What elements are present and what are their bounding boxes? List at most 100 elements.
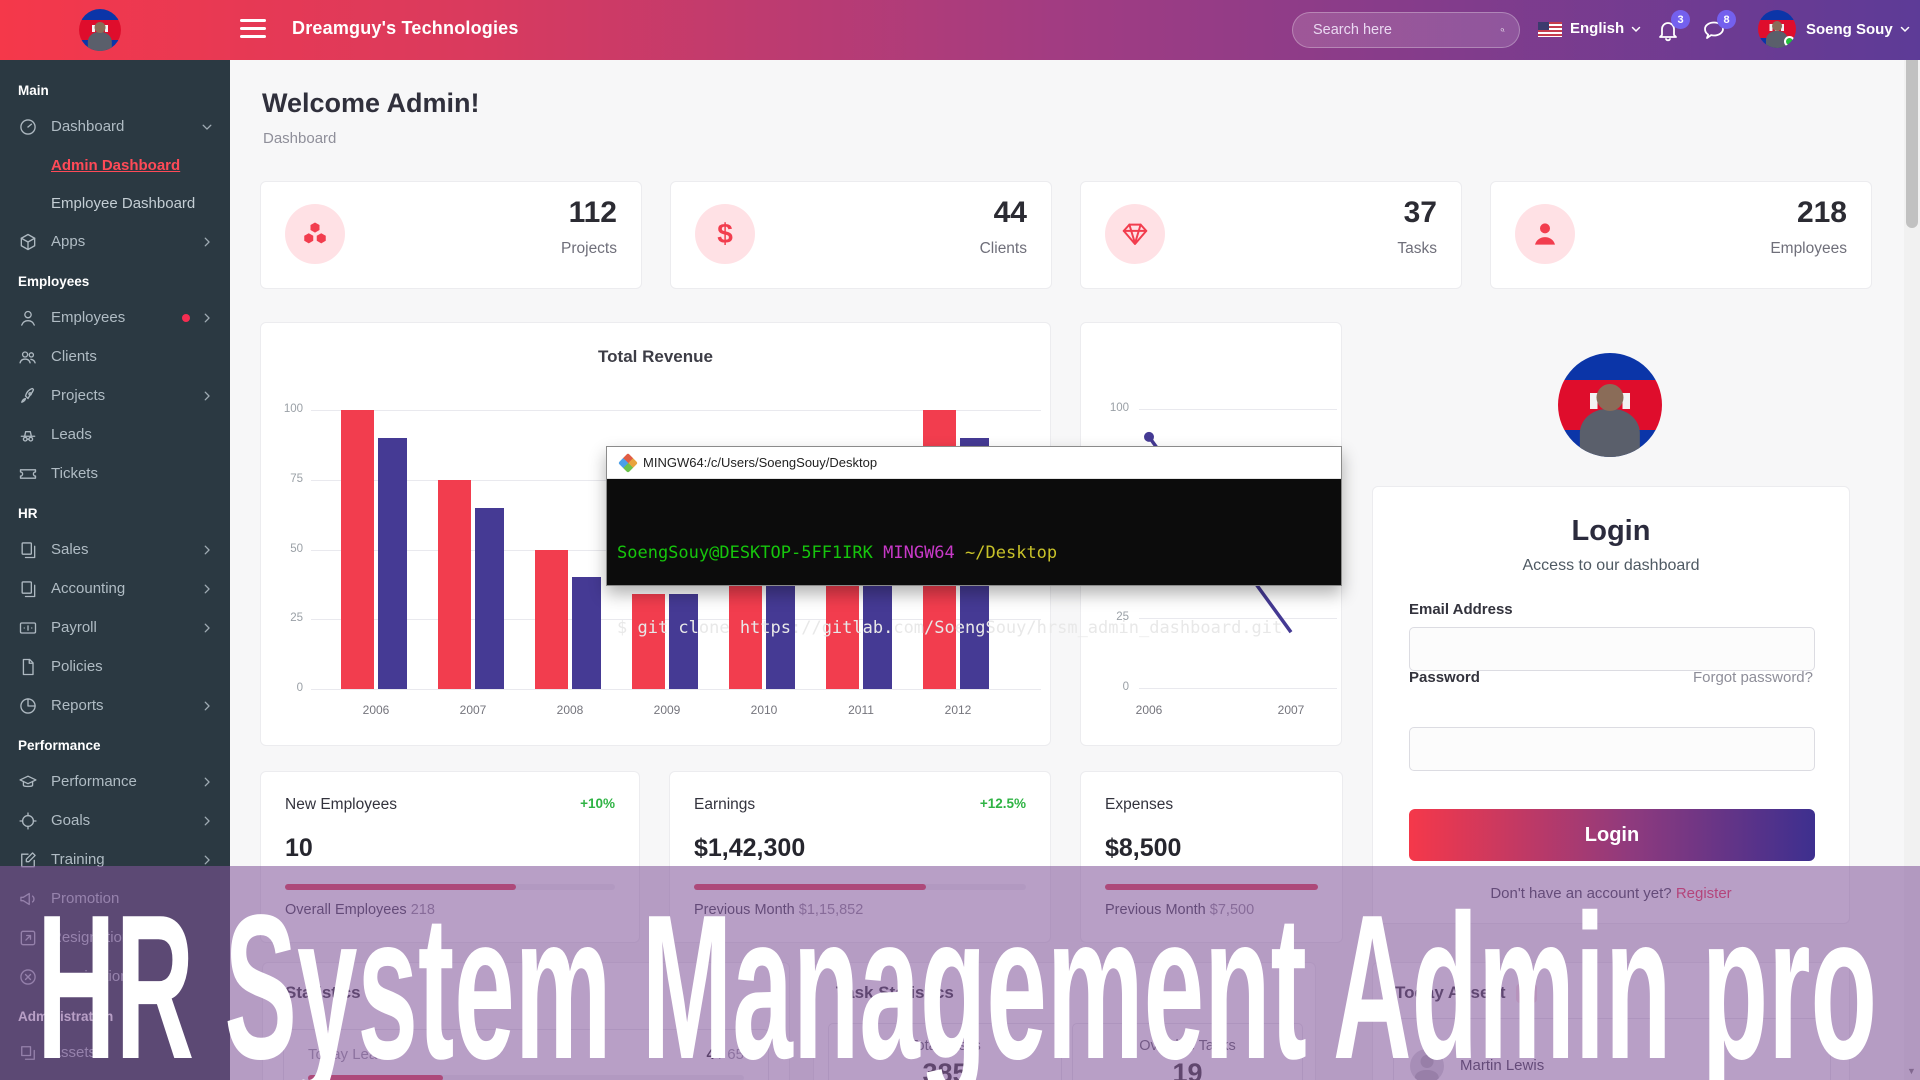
sidebar-item-dashboard[interactable]: Dashboard	[0, 107, 230, 146]
gem-icon	[1105, 204, 1165, 264]
stat-label: Clients	[980, 240, 1027, 258]
forgot-password-link[interactable]: Forgot password?	[1693, 669, 1813, 686]
terminal-titlebar[interactable]: MINGW64:/c/Users/SoengSouy/Desktop	[607, 447, 1341, 479]
terminal-command: $ git clone https://gitlab.com/SoengSouy…	[617, 616, 1329, 641]
x-axis-tick: 2012	[928, 703, 988, 717]
bar-red-2006[interactable]	[341, 410, 374, 689]
login-avatar	[1558, 353, 1662, 457]
stat-value: 37	[1404, 196, 1437, 230]
email-label: Email Address	[1409, 601, 1513, 618]
search-box[interactable]	[1292, 12, 1520, 48]
user-avatar	[1758, 10, 1796, 48]
bar-red-2008[interactable]	[535, 550, 568, 690]
login-subtitle: Access to our dashboard	[1373, 557, 1849, 575]
git-icon	[618, 453, 638, 473]
ticket-icon	[18, 464, 38, 484]
bar-red-2007[interactable]	[438, 480, 471, 689]
chevron-right-icon	[200, 543, 214, 557]
page-title: Welcome Admin!	[262, 88, 480, 119]
y-axis-tick: 0	[269, 682, 303, 694]
brand-title: Dreamguy's Technologies	[292, 18, 519, 39]
target-icon	[18, 811, 38, 831]
stat-label: Employees	[1770, 240, 1847, 258]
growth-badge: +10%	[580, 796, 615, 811]
sidebar-item-leads[interactable]: Leads	[0, 415, 230, 454]
watermark-overlay: HR System Management Admin pro	[0, 866, 1920, 1080]
mini-card-value: 10	[285, 834, 313, 863]
y-axis-tick: 25	[269, 612, 303, 624]
search-input[interactable]	[1313, 22, 1500, 38]
notifications-button[interactable]: 3	[1656, 18, 1680, 42]
terminal-title: MINGW64:/c/Users/SoengSouy/Desktop	[643, 455, 877, 470]
sidebar-section-header: Performance	[0, 725, 230, 762]
login-card: Login Access to our dashboard Email Addr…	[1372, 486, 1850, 924]
sidebar-item-performance[interactable]: Performance	[0, 762, 230, 801]
chevron-right-icon	[200, 699, 214, 713]
password-label: Password	[1409, 669, 1480, 686]
login-button[interactable]: Login	[1409, 809, 1815, 861]
spy-icon	[18, 425, 38, 445]
email-field[interactable]	[1409, 627, 1815, 671]
copy-icon	[18, 540, 38, 560]
sidebar-item-policies[interactable]: Policies	[0, 647, 230, 686]
dollar-icon: $	[695, 204, 755, 264]
search-icon[interactable]	[1500, 21, 1505, 39]
sidebar-item-apps[interactable]: Apps	[0, 222, 230, 261]
terminal-prompt-path: ~/Desktop	[965, 543, 1057, 563]
sidebar-item-projects[interactable]: Projects	[0, 376, 230, 415]
sidebar-section-header: HR	[0, 493, 230, 530]
sidebar-item-employees[interactable]: Employees	[0, 298, 230, 337]
user-icon	[18, 308, 38, 328]
bar-indigo-2007[interactable]	[475, 508, 504, 689]
mini-card-title: Earnings	[694, 796, 1026, 814]
stat-label: Tasks	[1397, 240, 1437, 258]
stat-card-projects: 112Projects	[260, 181, 642, 289]
brand-logo[interactable]	[79, 9, 121, 51]
stat-card-clients: $44 Clients	[670, 181, 1052, 289]
online-status-dot	[1784, 36, 1795, 47]
payroll-icon	[18, 618, 38, 638]
user-menu[interactable]: Soeng Souy	[1758, 10, 1911, 48]
gauge-icon	[18, 117, 38, 137]
sidebar-item-goals[interactable]: Goals	[0, 801, 230, 840]
breadcrumb: Dashboard	[263, 130, 336, 147]
mini-card-value: $8,500	[1105, 834, 1181, 863]
document-icon	[18, 657, 38, 677]
stat-value: 44	[994, 196, 1027, 230]
bar-indigo-2006[interactable]	[378, 438, 407, 689]
language-selector[interactable]: English	[1570, 20, 1642, 37]
message-badge: 8	[1717, 10, 1736, 29]
x-axis-tick: 2008	[540, 703, 600, 717]
sidebar-subitem-admin-dashboard[interactable]: Admin Dashboard	[0, 146, 230, 184]
sidebar-item-tickets[interactable]: Tickets	[0, 454, 230, 493]
rocket-icon	[18, 386, 38, 406]
messages-button[interactable]: 8	[1702, 18, 1726, 42]
mini-card-value: $1,42,300	[694, 834, 805, 863]
notification-dot	[182, 314, 190, 322]
chevron-right-icon	[200, 311, 214, 325]
chevron-down-icon	[200, 120, 214, 134]
password-field[interactable]	[1409, 727, 1815, 771]
language-label: English	[1570, 20, 1624, 37]
chart-title: Total Revenue	[261, 347, 1050, 367]
sidebar-item-accounting[interactable]: Accounting	[0, 569, 230, 608]
sidebar-item-sales[interactable]: Sales	[0, 530, 230, 569]
chevron-down-icon	[1630, 23, 1642, 35]
terminal-window[interactable]: MINGW64:/c/Users/SoengSouy/Desktop Soeng…	[606, 446, 1342, 586]
sidebar-item-reports[interactable]: Reports	[0, 686, 230, 725]
terminal-body[interactable]: SoengSouy@DESKTOP-5FF1IRK MINGW64 ~/Desk…	[607, 479, 1341, 585]
hamburger-menu-icon[interactable]	[240, 19, 266, 41]
stat-value: 218	[1797, 196, 1847, 230]
sidebar-section-header: Employees	[0, 261, 230, 298]
notification-badge: 3	[1671, 10, 1690, 29]
chevron-right-icon	[200, 853, 214, 867]
sidebar-item-clients[interactable]: Clients	[0, 337, 230, 376]
chevron-right-icon	[200, 582, 214, 596]
terminal-prompt-host: MINGW64	[883, 543, 955, 563]
bar-indigo-2008[interactable]	[572, 577, 601, 689]
sidebar-item-payroll[interactable]: Payroll	[0, 608, 230, 647]
top-navbar: Dreamguy's Technologies English 3 8 Soen…	[0, 0, 1920, 60]
users-icon	[18, 347, 38, 367]
sidebar-subitem-employee-dashboard[interactable]: Employee Dashboard	[0, 184, 230, 222]
y-axis-tick: 100	[269, 403, 303, 415]
